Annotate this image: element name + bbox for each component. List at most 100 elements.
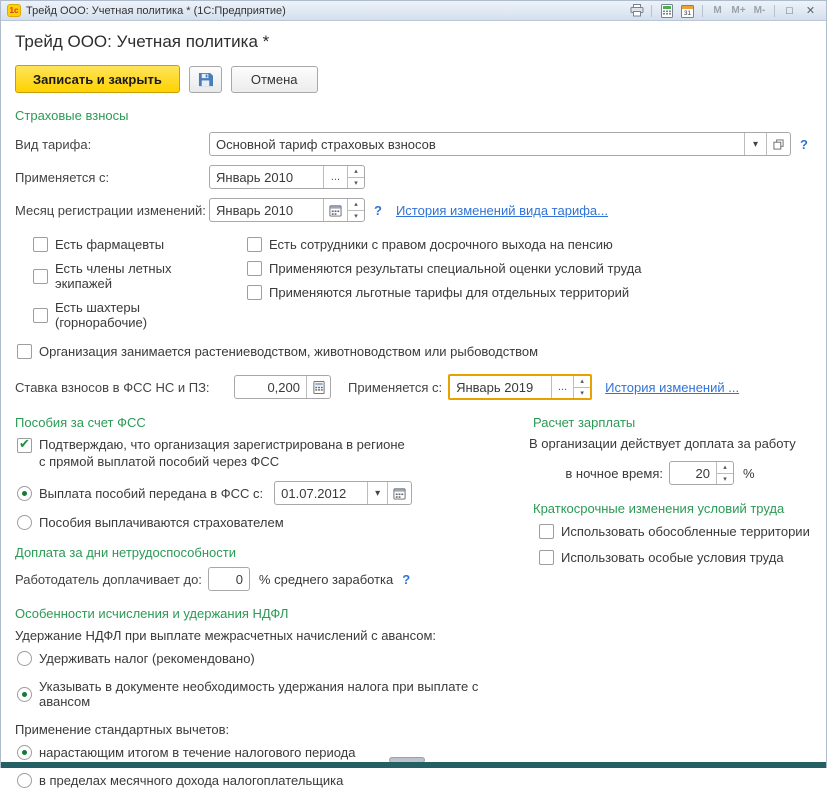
paid-by-fss-label[interactable]: Выплата пособий передана в ФСС с:: [39, 486, 263, 501]
maximize-button[interactable]: □: [780, 3, 799, 19]
reg-month-help-link[interactable]: ?: [374, 203, 382, 218]
special-assessment-label[interactable]: Применяются результаты специальной оценк…: [269, 261, 641, 276]
ndfl-withhold-option-label[interactable]: Удерживать налог (рекомендовано): [39, 651, 255, 666]
fss-rate-value[interactable]: 0,200: [235, 376, 306, 398]
night-work-percent: %: [743, 465, 755, 481]
early-pension-label[interactable]: Есть сотрудники с правом досрочного выхо…: [269, 237, 613, 252]
tariff-history-link[interactable]: История изменений вида тарифа...: [396, 203, 608, 218]
deduction-cumulative-label[interactable]: нарастающим итогом в течение налогового …: [39, 745, 355, 760]
pharmacists-label[interactable]: Есть фармацевты: [55, 237, 164, 252]
window-bottom-border: [1, 762, 826, 768]
deduction-monthly-row: в пределах месячного дохода налогоплател…: [17, 773, 529, 788]
spin-down-icon: [348, 178, 364, 189]
rate-applies-spinner[interactable]: [573, 376, 591, 398]
special-assessment-row: Применяются результаты специальной оценк…: [247, 261, 641, 276]
spin-up-icon: [574, 376, 591, 388]
fss-confirm-label[interactable]: Подтверждаю, что организация зарегистрир…: [39, 436, 405, 470]
tariff-help-link[interactable]: ?: [800, 137, 808, 152]
sickpay-help-link[interactable]: ?: [402, 572, 410, 587]
save-and-close-button[interactable]: Записать и закрыть: [15, 65, 180, 93]
flight-crew-label[interactable]: Есть члены летных экипажей: [55, 261, 231, 291]
night-work-spinner[interactable]: [716, 462, 733, 484]
territory-tariffs-checkbox[interactable]: [247, 285, 262, 300]
rate-history-link[interactable]: История изменений ...: [605, 380, 739, 395]
pharmacists-row: Есть фармацевты: [33, 237, 231, 252]
paid-by-insurer-radio[interactable]: [17, 515, 32, 530]
applies-from-field[interactable]: Январь 2010 ...: [209, 165, 365, 189]
agriculture-label[interactable]: Организация занимается растениеводством,…: [39, 344, 538, 359]
fss-confirm-checkbox[interactable]: [17, 436, 32, 453]
night-work-value[interactable]: 20: [670, 462, 716, 484]
floppy-icon: [198, 72, 213, 87]
reg-month-field[interactable]: Январь 2010: [209, 198, 365, 222]
save-button[interactable]: [188, 65, 222, 93]
spin-down-icon: [717, 474, 733, 485]
memory-minus-button[interactable]: M-: [750, 3, 769, 19]
more-button[interactable]: ...: [551, 376, 573, 398]
flight-crew-checkbox[interactable]: [33, 268, 48, 284]
paid-by-fss-date-field[interactable]: 01.07.2012: [274, 481, 413, 505]
agriculture-checkbox[interactable]: [17, 344, 32, 359]
tariff-value[interactable]: Основной тариф страховых взносов: [210, 133, 744, 155]
payroll-line1: В организации действует доплата за работ…: [529, 436, 796, 451]
more-button[interactable]: ...: [323, 166, 347, 188]
fss-confirm-line2[interactable]: с прямой выплатой пособий через ФСС: [39, 453, 405, 470]
paid-by-fss-date-value[interactable]: 01.07.2012: [275, 482, 367, 504]
ndfl-withhold-radio[interactable]: [17, 651, 32, 666]
applies-from-value[interactable]: Январь 2010: [210, 166, 323, 188]
fss-rate-field[interactable]: 0,200: [234, 375, 331, 399]
applies-from-spinner[interactable]: [347, 166, 364, 188]
date-picker-button[interactable]: [323, 199, 347, 221]
spin-up-icon: [717, 462, 733, 474]
svg-text:31: 31: [684, 10, 692, 17]
special-conditions-row: Использовать особые условия труда: [539, 550, 811, 565]
early-pension-checkbox[interactable]: [247, 237, 262, 252]
spin-up-icon: [348, 166, 364, 178]
page-title: Трейд ООО: Учетная политика *: [15, 32, 270, 51]
pharmacists-checkbox[interactable]: [33, 237, 48, 252]
window-title: Трейд ООО: Учетная политика * (1С:Предпр…: [26, 4, 286, 17]
special-conditions-checkbox[interactable]: [539, 550, 554, 565]
territory-tariffs-label[interactable]: Применяются льготные тарифы для отдельны…: [269, 285, 629, 300]
rate-applies-field[interactable]: Январь 2019 ...: [448, 374, 593, 400]
special-assessment-checkbox[interactable]: [247, 261, 262, 276]
sickpay-value[interactable]: 0: [209, 568, 249, 590]
sickpay-field[interactable]: 0: [207, 567, 250, 591]
calendar-icon[interactable]: 31: [678, 3, 697, 19]
memory-recall-button[interactable]: M: [708, 3, 727, 19]
paid-by-fss-radio[interactable]: [17, 485, 32, 501]
fss-rate-row: Ставка взносов в ФСС НС и ПЗ: 0,200 Прим…: [15, 374, 826, 400]
dropdown-arrow-icon[interactable]: [744, 133, 766, 155]
separate-territories-label[interactable]: Использовать обособленные территории: [561, 524, 810, 539]
special-conditions-label[interactable]: Использовать особые условия труда: [561, 550, 784, 565]
date-picker-button[interactable]: [387, 482, 411, 504]
deduction-cumulative-radio[interactable]: [17, 745, 32, 760]
reg-month-value[interactable]: Январь 2010: [210, 199, 323, 221]
print-icon[interactable]: [627, 3, 646, 19]
calendar-icon: [329, 204, 342, 217]
miners-checkbox[interactable]: [33, 307, 48, 323]
night-work-field[interactable]: 20: [669, 461, 734, 485]
ndfl-document-radio[interactable]: [17, 686, 32, 702]
spin-down-icon: [348, 211, 364, 222]
rate-applies-value[interactable]: Январь 2019: [450, 376, 551, 398]
open-value-button[interactable]: [766, 133, 790, 155]
ndfl-document-option-label[interactable]: Указывать в документе необходимость удер…: [39, 679, 529, 709]
deduction-monthly-label[interactable]: в пределах месячного дохода налогоплател…: [39, 773, 343, 788]
memory-plus-button[interactable]: M+: [729, 3, 748, 19]
deduction-monthly-radio[interactable]: [17, 773, 32, 788]
agriculture-row: Организация занимается растениеводством,…: [17, 344, 826, 359]
calculator-button[interactable]: [306, 376, 330, 398]
cancel-button[interactable]: Отмена: [230, 65, 318, 93]
spin-up-icon: [348, 199, 364, 211]
separate-territories-checkbox[interactable]: [539, 524, 554, 539]
fss-confirm-line1[interactable]: Подтверждаю, что организация зарегистрир…: [39, 436, 405, 453]
reg-month-spinner[interactable]: [347, 199, 364, 221]
close-button[interactable]: ✕: [801, 3, 820, 19]
tariff-combobox[interactable]: Основной тариф страховых взносов: [209, 132, 791, 156]
paid-by-insurer-label[interactable]: Пособия выплачиваются страхователем: [39, 515, 284, 530]
ndfl-withhold-row: Удерживать налог (рекомендовано): [17, 651, 529, 666]
dropdown-arrow-icon[interactable]: [367, 482, 387, 504]
miners-label[interactable]: Есть шахтеры (горнорабочие): [55, 300, 231, 330]
calculator-icon[interactable]: [657, 3, 676, 19]
